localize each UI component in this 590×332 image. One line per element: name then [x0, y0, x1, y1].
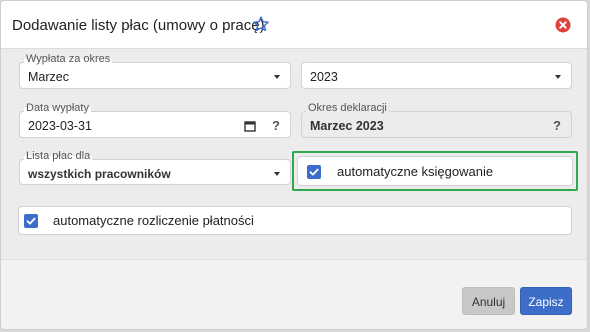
declaration-period-value: Marzec 2023	[310, 119, 384, 133]
payroll-for-value: wszystkich pracowników	[28, 167, 171, 181]
payout-month-value: Marzec	[28, 70, 69, 84]
star-outline-icon[interactable]	[252, 15, 270, 33]
payroll-for-select[interactable]: Lista płac dla wszystkich pracowników	[19, 150, 291, 185]
dialog-title: Dodawanie listy płac (umowy o pracę)	[12, 17, 265, 34]
payroll-dialog: Dodawanie listy płac (umowy o pracę) Wyp…	[0, 0, 588, 330]
auto-payment-settlement-checkbox[interactable]: automatyczne rozliczenie płatności	[18, 206, 572, 235]
payout-year-value: 2023	[310, 70, 338, 84]
payout-date-field[interactable]: Data wypłaty 2023-03-31 ?	[19, 102, 291, 138]
chevron-down-icon	[274, 75, 280, 79]
save-button[interactable]: Zapisz	[520, 287, 572, 315]
declaration-period-field: Okres deklaracji Marzec 2023 ?	[301, 102, 572, 138]
highlight-frame	[292, 151, 578, 191]
auto-payment-settlement-label: automatyczne rozliczenie płatności	[53, 213, 254, 228]
payout-date-value: 2023-03-31	[28, 119, 92, 133]
payout-date-label: Data wypłaty	[24, 102, 91, 114]
help-icon[interactable]: ?	[272, 118, 280, 133]
declaration-period-label: Okres deklaracji	[306, 102, 389, 114]
checkbox-checked-icon[interactable]	[24, 214, 38, 228]
payroll-for-label: Lista płac dla	[24, 150, 93, 162]
payout-year-select[interactable]: 2023	[301, 62, 572, 89]
help-icon[interactable]: ?	[553, 118, 561, 133]
payout-month-select[interactable]: Wypłata za okres Marzec	[19, 53, 291, 89]
dialog-footer: Anuluj Zapisz	[1, 259, 587, 329]
chevron-down-icon	[274, 172, 280, 176]
payout-period-label: Wypłata za okres	[24, 53, 113, 65]
close-icon[interactable]	[555, 17, 571, 33]
dialog-header: Dodawanie listy płac (umowy o pracę)	[1, 1, 587, 49]
calendar-icon[interactable]	[244, 119, 256, 132]
cancel-button[interactable]: Anuluj	[462, 287, 515, 315]
chevron-down-icon	[555, 75, 561, 79]
